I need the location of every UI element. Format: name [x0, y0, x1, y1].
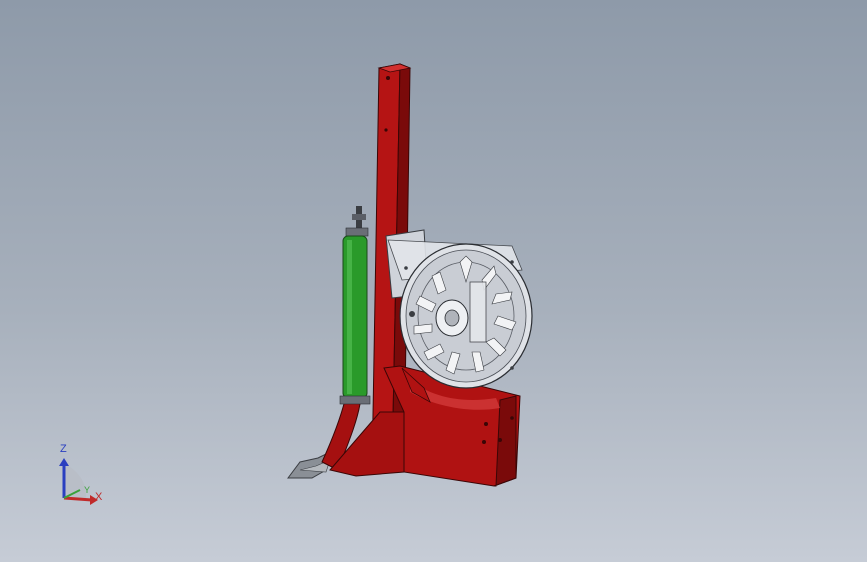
spring-strut [339, 206, 371, 405]
y-axis-label: Y [84, 485, 91, 495]
3d-viewport[interactable]: Z Y X [0, 0, 867, 562]
z-axis-label: Z [60, 443, 67, 455]
seed-meter-housing [385, 229, 533, 403]
x-axis-label: X [95, 491, 103, 503]
x-axis-line [63, 496, 93, 502]
furrow-opener-shoe [287, 451, 331, 479]
seeder-model[interactable] [0, 0, 867, 562]
z-axis-arrow-icon [59, 458, 69, 466]
